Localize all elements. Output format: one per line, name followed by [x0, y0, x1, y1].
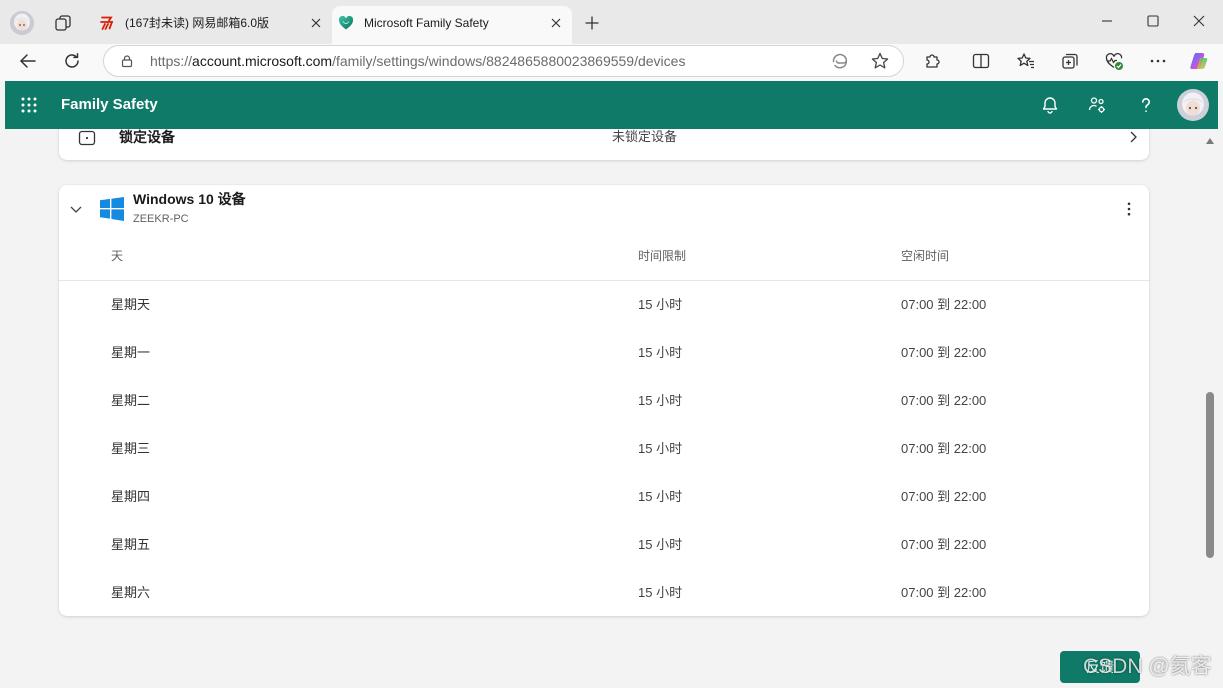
extensions-icon[interactable]	[923, 51, 943, 71]
back-icon[interactable]	[18, 51, 38, 71]
schedule-downtime: 07:00 到 22:00	[901, 441, 987, 456]
column-header-day: 天	[111, 249, 124, 263]
lock-device-icon	[77, 127, 97, 147]
close-tab-icon[interactable]	[550, 17, 562, 29]
schedule-day: 星期天	[111, 297, 151, 312]
notifications-bell-icon[interactable]	[1040, 95, 1060, 115]
schedule-time-limit: 15 小时	[638, 441, 683, 456]
schedule-time-limit: 15 小时	[638, 297, 683, 312]
feedback-button[interactable]: 反馈	[1060, 651, 1140, 683]
device-title: Windows 10 设备	[133, 191, 246, 207]
schedule-downtime: 07:00 到 22:00	[901, 345, 987, 360]
schedule-time-limit: 15 小时	[638, 537, 683, 552]
column-header-downtime: 空闲时间	[901, 249, 950, 263]
refresh-icon[interactable]	[62, 51, 82, 71]
url-host: account.microsoft.com	[192, 53, 333, 69]
split-screen-icon[interactable]	[971, 51, 991, 71]
app-launcher-icon[interactable]	[21, 97, 37, 113]
schedule-row[interactable]: 星期一 15 小时 07:00 到 22:00	[59, 329, 1149, 377]
schedule-day: 星期一	[111, 345, 151, 360]
schedule-downtime: 07:00 到 22:00	[901, 489, 987, 504]
account-avatar[interactable]	[1177, 89, 1209, 121]
browser-essentials-icon[interactable]	[1104, 51, 1124, 71]
windows-logo-icon	[100, 197, 124, 221]
favorites-icon[interactable]	[1016, 51, 1036, 71]
url-path: /family/settings/windows/882486588002386…	[332, 53, 686, 69]
column-header-time-limit: 时间限制	[638, 249, 687, 263]
schedule-day: 星期五	[111, 537, 151, 552]
device-card: Windows 10 设备 ZEEKR-PC 天 时间限制 空闲时间 星期天 15…	[59, 185, 1149, 616]
schedule-time-limit: 15 小时	[638, 489, 683, 504]
netease-mail-icon	[99, 15, 115, 31]
workspaces-icon[interactable]	[53, 13, 73, 33]
close-window-icon[interactable]	[1191, 13, 1207, 29]
url-scheme: https://	[150, 53, 193, 69]
minimize-icon[interactable]	[1099, 13, 1115, 29]
schedule-day: 星期四	[111, 489, 151, 504]
tab-title: (167封未读) 网易邮箱6.0版	[125, 16, 270, 30]
schedule-day: 星期六	[111, 585, 151, 600]
kebab-menu-icon[interactable]	[1121, 201, 1137, 217]
schedule-time-limit: 15 小时	[638, 393, 683, 408]
new-tab-icon[interactable]	[584, 15, 600, 31]
chevron-right-icon[interactable]	[1125, 129, 1141, 145]
maximize-icon[interactable]	[1145, 13, 1161, 29]
more-icon[interactable]	[1148, 51, 1168, 71]
app-header	[5, 81, 1218, 129]
chevron-down-icon[interactable]	[68, 201, 84, 217]
help-icon[interactable]	[1136, 95, 1156, 115]
schedule-row[interactable]: 星期天 15 小时 07:00 到 22:00	[59, 281, 1149, 329]
schedule-row[interactable]: 星期三 15 小时 07:00 到 22:00	[59, 425, 1149, 473]
family-safety-heart-icon	[338, 15, 354, 31]
schedule-downtime: 07:00 到 22:00	[901, 297, 987, 312]
schedule-time-limit: 15 小时	[638, 345, 683, 360]
schedule-row[interactable]: 星期四 15 小时 07:00 到 22:00	[59, 473, 1149, 521]
schedule-row[interactable]: 星期五 15 小时 07:00 到 22:00	[59, 521, 1149, 569]
schedule-time-limit: 15 小时	[638, 585, 683, 600]
close-tab-icon[interactable]	[310, 17, 322, 29]
schedule-downtime: 07:00 到 22:00	[901, 537, 987, 552]
favorite-star-icon[interactable]	[870, 51, 890, 71]
schedule-downtime: 07:00 到 22:00	[901, 585, 987, 600]
device-name: ZEEKR-PC	[133, 213, 189, 225]
scroll-up-icon[interactable]	[1205, 137, 1215, 145]
scrollbar-thumb[interactable]	[1206, 392, 1214, 558]
schedule-row[interactable]: 星期六 15 小时 07:00 到 22:00	[59, 569, 1149, 617]
schedule-day: 星期二	[111, 393, 151, 408]
schedule-day: 星期三	[111, 441, 151, 456]
profile-avatar[interactable]	[10, 11, 34, 35]
family-settings-icon[interactable]	[1087, 95, 1107, 115]
tab-family-safety[interactable]: Microsoft Family Safety	[332, 6, 572, 44]
schedule-row[interactable]: 星期二 15 小时 07:00 到 22:00	[59, 377, 1149, 425]
tab-netease-mail[interactable]: (167封未读) 网易邮箱6.0版	[90, 6, 330, 44]
app-title[interactable]: Family Safety	[61, 81, 158, 129]
collections-icon[interactable]	[1060, 51, 1080, 71]
edge-swirl-icon[interactable]	[830, 51, 850, 71]
tab-title: Microsoft Family Safety	[364, 16, 489, 30]
schedule-downtime: 07:00 到 22:00	[901, 393, 987, 408]
lock-icon[interactable]	[120, 54, 134, 68]
copilot-icon[interactable]	[1189, 51, 1209, 71]
url-text[interactable]: https://account.microsoft.com/family/set…	[150, 45, 685, 77]
